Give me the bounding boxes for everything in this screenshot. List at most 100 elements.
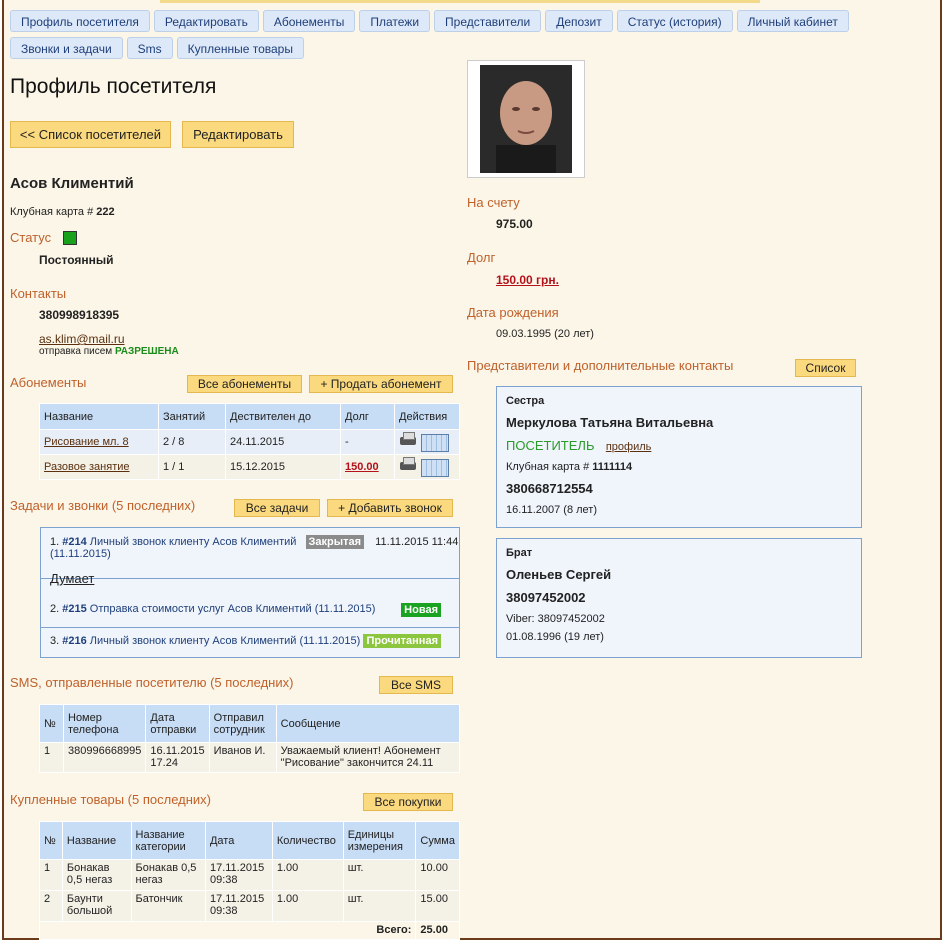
tab-profile[interactable]: Профиль посетителя bbox=[10, 10, 150, 32]
schedule-grid-icon[interactable] bbox=[421, 459, 449, 478]
memberships-header-row: Название Занятий Дествителен до Долг Дей… bbox=[39, 403, 460, 430]
col-phone: Номер телефона bbox=[62, 704, 147, 743]
tab-personal-cabinet[interactable]: Личный кабинет bbox=[736, 10, 849, 32]
birthdate-label: Дата рождения bbox=[467, 305, 559, 320]
visitor-list-button[interactable]: << Список посетителей bbox=[10, 121, 171, 148]
membership-sessions: 1 / 1 bbox=[158, 454, 226, 481]
task-text: Личный звонок клиенту Асов Климентий (11… bbox=[89, 635, 361, 647]
col-number: № bbox=[39, 821, 63, 860]
tab-purchased-goods[interactable]: Купленные товары bbox=[176, 37, 304, 59]
visitor-email[interactable]: as.klim@mail.ru bbox=[39, 332, 125, 346]
sms-message: Уважаемый клиент! Абонемент "Рисование" … bbox=[275, 742, 461, 773]
membership-name-link[interactable]: Разовое занятие bbox=[44, 461, 130, 473]
task-id: #215 bbox=[62, 603, 87, 615]
task-subdate: (11.11.2015) bbox=[50, 548, 111, 560]
task-item[interactable]: 1. #214 Личный звонок клиенту Асов Климе… bbox=[41, 528, 459, 579]
visitor-phone: 380998918395 bbox=[39, 308, 120, 322]
tab-deposit[interactable]: Депозит bbox=[545, 10, 613, 32]
table-row: 1 Бонакав 0,5 негаз Бонакав 0,5 негаз 17… bbox=[39, 859, 460, 891]
visitor-name: Асов Климентий bbox=[10, 175, 134, 192]
goods-name: Баунти большой bbox=[61, 890, 132, 922]
goods-sum: 10.00 bbox=[415, 859, 460, 891]
tab-calls-tasks[interactable]: Звонки и задачи bbox=[10, 37, 123, 59]
mail-permission-value: РАЗРЕШЕНА bbox=[114, 346, 179, 357]
col-debt: Долг bbox=[340, 403, 395, 430]
sms-header-row: № Номер телефона Дата отправки Отправил … bbox=[39, 704, 461, 743]
goods-category: Батончик bbox=[130, 890, 206, 922]
status-value: Постоянный bbox=[39, 253, 114, 267]
all-sms-button[interactable]: Все SMS bbox=[379, 676, 453, 694]
task-note-link[interactable]: Думает bbox=[50, 571, 94, 586]
schedule-grid-icon[interactable] bbox=[421, 434, 449, 453]
goods-unit: шт. bbox=[342, 859, 417, 891]
task-number: 1. bbox=[50, 536, 60, 548]
col-date: Дата bbox=[204, 821, 273, 860]
sms-number: 1 bbox=[39, 742, 64, 773]
debt-value[interactable]: 150.00 грн. bbox=[496, 273, 559, 287]
status-label: Статус bbox=[10, 230, 52, 245]
membership-sessions: 2 / 8 bbox=[158, 428, 226, 456]
table-row: 1 380996668995 16.11.2015 17.24 Иванов И… bbox=[39, 742, 461, 773]
membership-name-link[interactable]: Рисование мл. 8 bbox=[44, 436, 129, 448]
status-color-swatch bbox=[63, 231, 77, 245]
relation-label: Брат bbox=[506, 547, 533, 559]
all-tasks-button[interactable]: Все задачи bbox=[234, 499, 320, 517]
print-icon[interactable] bbox=[399, 432, 417, 446]
table-row: Рисование мл. 8 2 / 8 24.11.2015 - bbox=[39, 428, 460, 456]
club-card-number: 222 bbox=[96, 206, 115, 218]
sms-phone: 380996668995 bbox=[62, 742, 147, 773]
task-text: Личный звонок клиенту Асов Климентий bbox=[89, 536, 297, 548]
goods-total-label: Всего: bbox=[38, 921, 417, 940]
col-sum: Сумма bbox=[415, 821, 460, 860]
task-status-badge: Новая bbox=[401, 603, 441, 617]
mail-permission: отправка писем РАЗРЕШЕНА bbox=[39, 346, 179, 357]
task-item[interactable]: 2. #215 Отправка стоимости услуг Асов Кл… bbox=[41, 596, 459, 628]
representative-card: Брат Оленьев Сергей 38097452002 Viber: 3… bbox=[496, 538, 862, 658]
profile-link[interactable]: профиль bbox=[606, 441, 652, 453]
membership-valid: 15.12.2015 bbox=[225, 454, 341, 481]
edit-button[interactable]: Редактировать bbox=[182, 121, 294, 148]
visitor-photo bbox=[467, 60, 585, 178]
tab-payments[interactable]: Платежи bbox=[359, 10, 431, 32]
representative-card: Сестра Меркулова Татьяна Витальевна ПОСЕ… bbox=[496, 386, 862, 528]
sms-table: № Номер телефона Дата отправки Отправил … bbox=[39, 704, 461, 773]
representative-phone: 38097452002 bbox=[506, 590, 586, 605]
representative-name: Меркулова Татьяна Витальевна bbox=[506, 415, 714, 430]
tab-representatives[interactable]: Представители bbox=[434, 10, 542, 32]
goods-quantity: 1.00 bbox=[271, 890, 344, 922]
top-accent-bar bbox=[160, 0, 760, 3]
mail-permission-label: отправка писем bbox=[39, 346, 113, 357]
tabs-row-2: Звонки и задачи Sms Купленные товары bbox=[10, 37, 304, 59]
representative-phone: 380668712554 bbox=[506, 481, 593, 496]
membership-debt-link[interactable]: 150.00 bbox=[345, 461, 379, 473]
goods-total-value: 25.00 bbox=[415, 921, 460, 940]
task-number: 2. bbox=[50, 603, 60, 615]
sell-membership-button[interactable]: + Продать абонемент bbox=[309, 375, 453, 393]
debt-label: Долг bbox=[467, 250, 496, 265]
col-number: № bbox=[39, 704, 64, 743]
col-sessions: Занятий bbox=[158, 403, 226, 430]
goods-header-row: № Название Название категории Дата Колич… bbox=[39, 821, 460, 860]
task-status-badge: Закрытая bbox=[305, 535, 365, 549]
all-purchases-button[interactable]: Все покупки bbox=[363, 793, 453, 811]
goods-quantity: 1.00 bbox=[271, 859, 344, 891]
tab-memberships[interactable]: Абонементы bbox=[262, 10, 356, 32]
all-memberships-button[interactable]: Все абонементы bbox=[187, 375, 302, 393]
club-card: Клубная карта # 222 bbox=[10, 206, 115, 218]
tab-status-history[interactable]: Статус (история) bbox=[616, 10, 733, 32]
print-icon[interactable] bbox=[399, 457, 417, 471]
col-sent-date: Дата отправки bbox=[145, 704, 210, 743]
tab-sms[interactable]: Sms bbox=[126, 37, 173, 59]
representative-card-number: Клубная карта # 1111114 bbox=[506, 461, 852, 473]
sms-date: 16.11.2015 17.24 bbox=[145, 742, 210, 773]
col-valid-until: Дествителен до bbox=[225, 403, 341, 430]
birthdate-value: 09.03.1995 (20 лет) bbox=[496, 328, 594, 340]
goods-unit: шт. bbox=[342, 890, 417, 922]
add-call-button[interactable]: + Добавить звонок bbox=[327, 499, 453, 517]
tab-edit[interactable]: Редактировать bbox=[153, 10, 259, 32]
membership-valid: 24.11.2015 bbox=[225, 428, 341, 456]
table-row: Разовое занятие 1 / 1 15.12.2015 150.00 bbox=[39, 454, 460, 481]
representatives-list-button[interactable]: Список bbox=[795, 359, 856, 377]
page-title: Профиль посетителя bbox=[10, 75, 217, 98]
task-item[interactable]: 3. #216 Личный звонок клиенту Асов Климе… bbox=[41, 628, 459, 657]
